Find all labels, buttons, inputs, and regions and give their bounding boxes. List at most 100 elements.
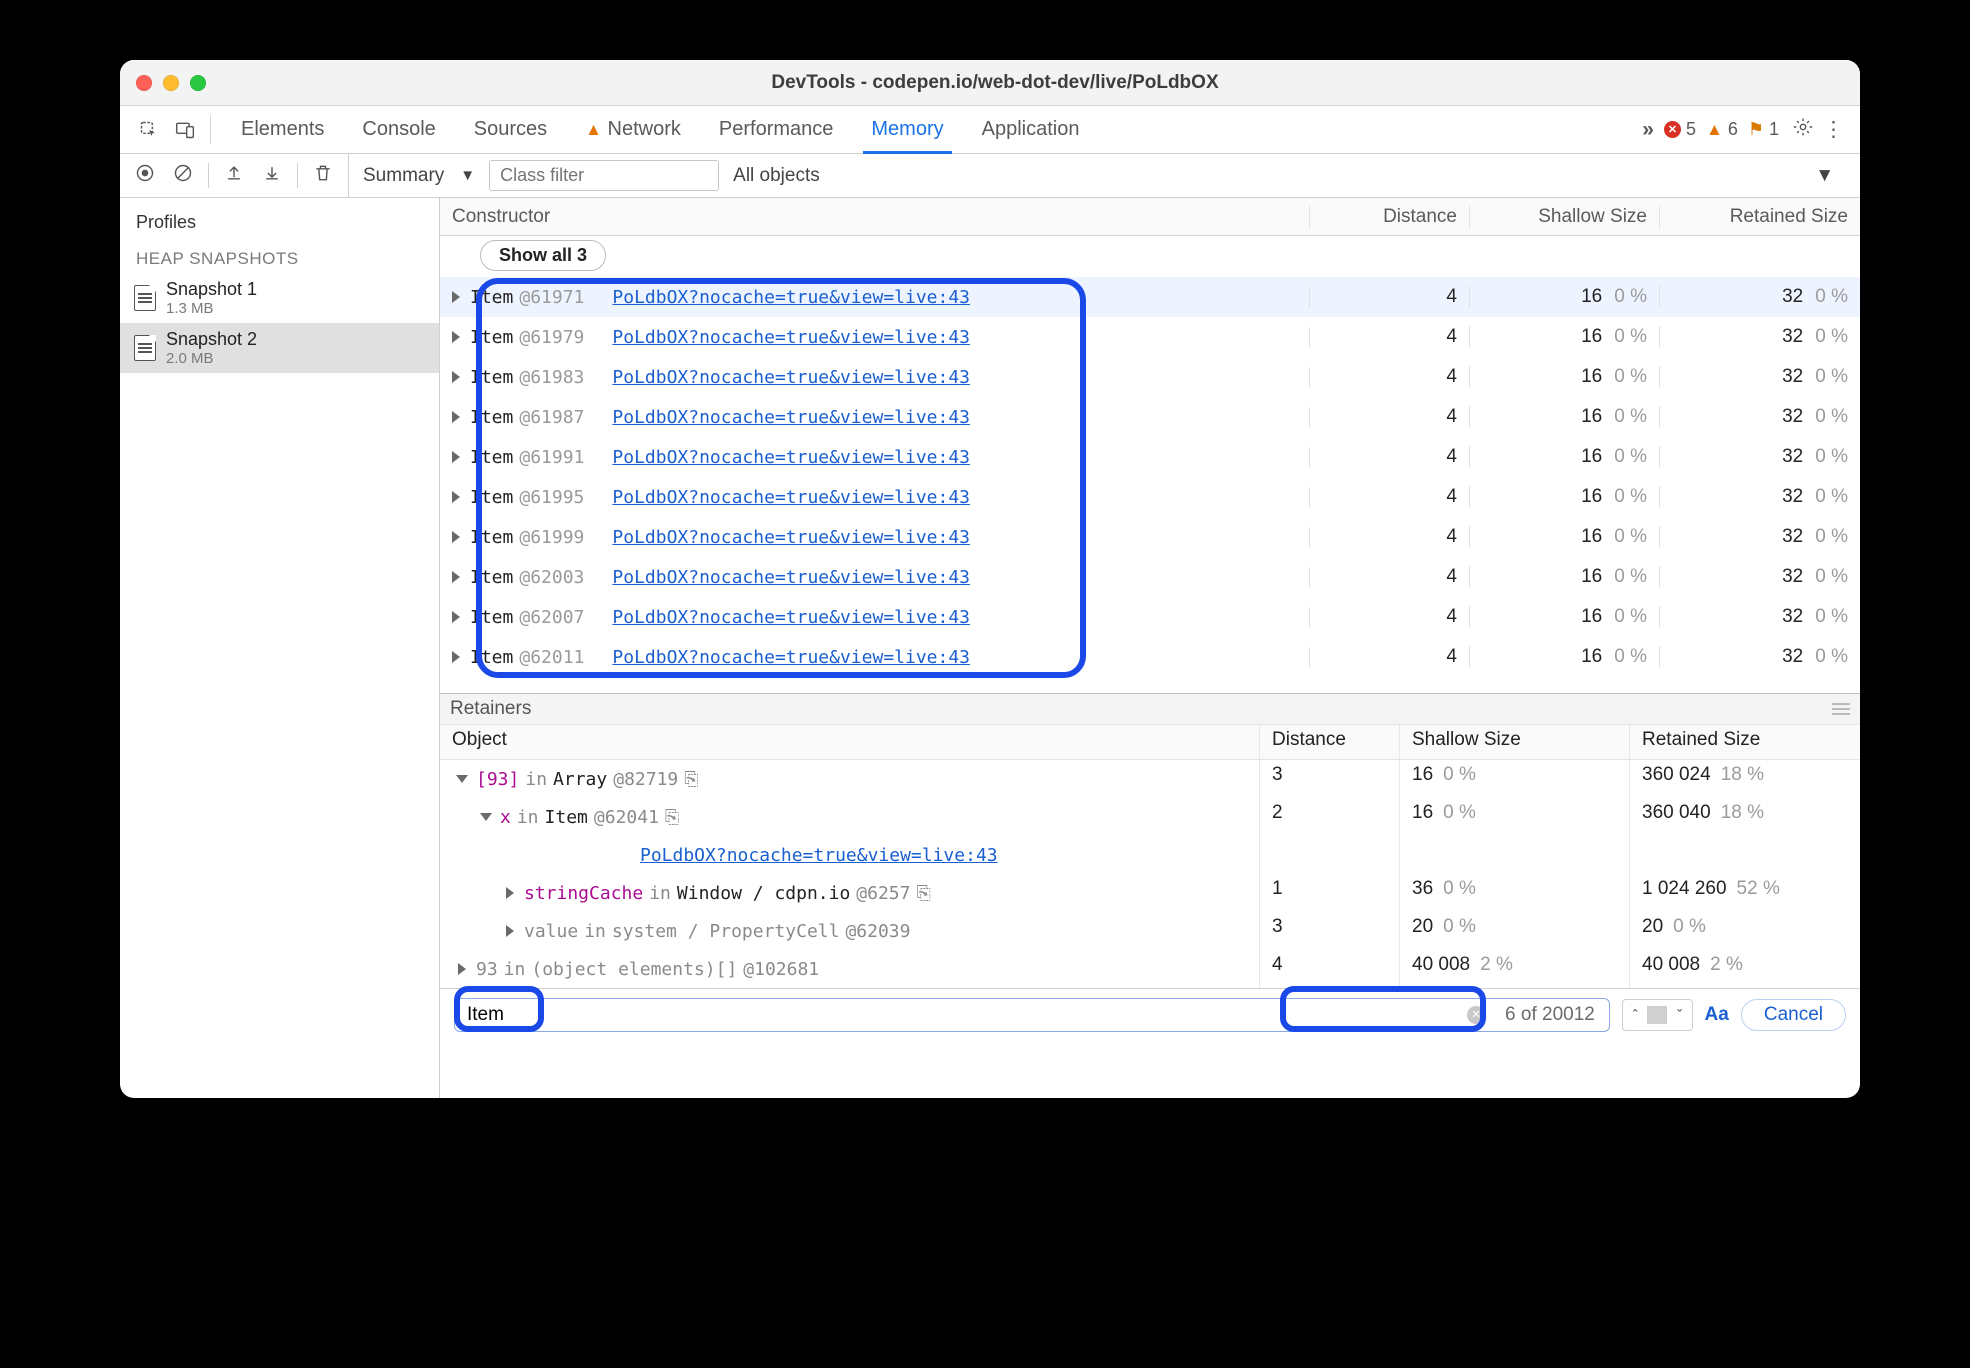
constructor-row[interactable]: Item @61987 PoLdbOX?nocache=true&view=li… — [440, 397, 1860, 437]
tab-console[interactable]: Console — [346, 106, 451, 153]
source-link[interactable]: PoLdbOX?nocache=true&view=live:43 — [612, 647, 970, 668]
constructor-row[interactable]: Item @61991 PoLdbOX?nocache=true&view=li… — [440, 437, 1860, 477]
memory-main: Constructor Distance Shallow Size Retain… — [440, 198, 1860, 1098]
retainer-row[interactable]: 93 in (object elements)[] @102681 4 40 0… — [440, 950, 1860, 988]
retainer-row[interactable]: value in system / PropertyCell @62039 3 … — [440, 912, 1860, 950]
caret-down-icon[interactable]: ▼ — [1815, 165, 1834, 187]
disclosure-triangle-icon[interactable] — [480, 813, 492, 821]
window-title: DevTools - codepen.io/web-dot-dev/live/P… — [146, 72, 1844, 94]
column-retained[interactable]: Retained Size — [1630, 725, 1860, 759]
disclosure-triangle-icon[interactable] — [452, 291, 460, 303]
constructor-row[interactable]: Item @61983 PoLdbOX?nocache=true&view=li… — [440, 357, 1860, 397]
disclosure-triangle-icon[interactable] — [452, 451, 460, 463]
tab-network[interactable]: ▲ Network — [569, 106, 697, 153]
column-constructor[interactable]: Constructor — [440, 206, 1310, 228]
column-shallow[interactable]: Shallow Size — [1400, 725, 1630, 759]
disclosure-triangle-icon[interactable] — [506, 887, 514, 899]
tab-elements[interactable]: Elements — [225, 106, 340, 153]
issues-count[interactable]: ⚑1 — [1748, 119, 1779, 140]
retainer-row[interactable]: [93] in Array @82719 ⎘ 3 160 % 360 02418… — [440, 760, 1860, 798]
disclosure-triangle-icon[interactable] — [452, 371, 460, 383]
source-link[interactable]: PoLdbOX?nocache=true&view=live:43 — [612, 607, 970, 628]
column-object[interactable]: Object — [440, 725, 1260, 759]
download-icon[interactable] — [259, 163, 285, 189]
inspect-element-icon[interactable] — [134, 115, 164, 145]
settings-gear-icon[interactable] — [1793, 117, 1813, 143]
disclosure-triangle-icon[interactable] — [458, 963, 466, 975]
disclosure-triangle-icon[interactable] — [452, 571, 460, 583]
goto-icon[interactable]: ⎘ — [665, 807, 679, 828]
source-link[interactable]: PoLdbOX?nocache=true&view=live:43 — [612, 327, 970, 348]
source-link[interactable]: PoLdbOX?nocache=true&view=live:43 — [612, 287, 970, 308]
tab-memory[interactable]: Memory — [855, 106, 959, 153]
search-result-count: 6 of 20012 — [1493, 1004, 1607, 1026]
warning-count[interactable]: ▲6 — [1706, 119, 1738, 140]
tab-sources[interactable]: Sources — [458, 106, 563, 153]
error-count[interactable]: ✕5 — [1664, 119, 1696, 140]
constructor-row[interactable]: Item @61979 PoLdbOX?nocache=true&view=li… — [440, 317, 1860, 357]
source-link[interactable]: PoLdbOX?nocache=true&view=live:43 — [612, 447, 970, 468]
view-dropdown[interactable]: Summary ▼ — [363, 165, 475, 187]
source-link[interactable]: PoLdbOX?nocache=true&view=live:43 — [612, 407, 970, 428]
disclosure-triangle-icon[interactable] — [452, 331, 460, 343]
record-button-icon[interactable] — [132, 163, 158, 189]
source-link[interactable]: PoLdbOX?nocache=true&view=live:43 — [612, 527, 970, 548]
warning-triangle-icon: ▲ — [1706, 120, 1723, 140]
show-all-button[interactable]: Show all 3 — [480, 240, 606, 271]
source-link[interactable]: PoLdbOX?nocache=true&view=live:43 — [612, 567, 970, 588]
disclosure-triangle-icon[interactable] — [452, 611, 460, 623]
trash-icon[interactable] — [310, 163, 336, 189]
retainer-row[interactable]: x in Item @62041 ⎘ 2 160 % 360 04018 % — [440, 798, 1860, 836]
tabbar-right-cluster: » ✕5 ▲6 ⚑1 ⋮ — [1642, 117, 1846, 143]
disclosure-triangle-icon[interactable] — [506, 925, 514, 937]
profiles-title: Profiles — [120, 198, 439, 241]
constructor-row[interactable]: Item @62003 PoLdbOX?nocache=true&view=li… — [440, 557, 1860, 597]
tab-application[interactable]: Application — [966, 106, 1096, 153]
column-distance[interactable]: Distance — [1260, 725, 1400, 759]
tab-performance[interactable]: Performance — [703, 106, 850, 153]
prev-match-button[interactable]: ˆ — [1623, 1007, 1647, 1022]
source-link[interactable]: PoLdbOX?nocache=true&view=live:43 — [612, 367, 970, 388]
goto-icon[interactable]: ⎘ — [684, 769, 698, 790]
retainers-title: Retainers — [450, 698, 531, 720]
constructor-row[interactable]: Item @61999 PoLdbOX?nocache=true&view=li… — [440, 517, 1860, 557]
panel-tabs: Elements Console Sources ▲ Network Perfo… — [120, 106, 1860, 154]
disclosure-triangle-icon[interactable] — [452, 531, 460, 543]
constructor-row[interactable]: Item @62007 PoLdbOX?nocache=true&view=li… — [440, 597, 1860, 637]
column-retained[interactable]: Retained Size — [1660, 206, 1860, 228]
profiles-section-heading: HEAP SNAPSHOTS — [120, 241, 439, 273]
retainers-panel: Retainers Object Distance Shallow Size R… — [440, 693, 1860, 1040]
snapshot-item[interactable]: Snapshot 11.3 MB — [120, 273, 439, 323]
next-match-button[interactable]: ˇ — [1667, 1007, 1691, 1022]
tabs-overflow-button[interactable]: » — [1642, 118, 1654, 142]
search-box[interactable]: ✕ 6 of 20012 — [454, 998, 1610, 1032]
clear-button-icon[interactable] — [170, 163, 196, 189]
disclosure-triangle-icon[interactable] — [452, 411, 460, 423]
constructor-row[interactable]: Item @61995 PoLdbOX?nocache=true&view=li… — [440, 477, 1860, 517]
class-filter-input[interactable] — [489, 160, 719, 191]
snapshot-item[interactable]: Snapshot 22.0 MB — [120, 323, 439, 373]
disclosure-triangle-icon[interactable] — [452, 651, 460, 663]
disclosure-triangle-icon[interactable] — [456, 775, 468, 783]
column-distance[interactable]: Distance — [1310, 206, 1470, 228]
search-input[interactable] — [465, 1003, 1467, 1027]
goto-icon[interactable]: ⎘ — [916, 883, 930, 904]
constructor-row[interactable]: Item @62011 PoLdbOX?nocache=true&view=li… — [440, 637, 1860, 677]
scope-dropdown[interactable]: All objects — [733, 165, 820, 187]
source-link[interactable]: PoLdbOX?nocache=true&view=live:43 — [612, 487, 970, 508]
constructor-row[interactable]: Item @61971 PoLdbOX?nocache=true&view=li… — [440, 277, 1860, 317]
retainer-source-link[interactable]: PoLdbOX?nocache=true&view=live:43 — [440, 836, 1860, 874]
cancel-search-button[interactable]: Cancel — [1741, 999, 1846, 1031]
disclosure-triangle-icon[interactable] — [452, 491, 460, 503]
column-shallow[interactable]: Shallow Size — [1470, 206, 1660, 228]
caret-down-icon: ▼ — [460, 167, 475, 184]
upload-icon[interactable] — [221, 163, 247, 189]
source-link[interactable]: PoLdbOX?nocache=true&view=live:43 — [640, 845, 998, 866]
retainer-row[interactable]: stringCache in Window / cdpn.io @6257 ⎘ … — [440, 874, 1860, 912]
device-toggle-icon[interactable] — [170, 115, 200, 145]
memory-body: Profiles HEAP SNAPSHOTS Snapshot 11.3 MB… — [120, 198, 1860, 1098]
kebab-menu-icon[interactable]: ⋮ — [1823, 117, 1846, 142]
match-case-toggle[interactable]: Aa — [1705, 1004, 1729, 1026]
clear-search-icon[interactable]: ✕ — [1467, 1006, 1485, 1024]
drag-handle-icon[interactable] — [1832, 703, 1850, 715]
